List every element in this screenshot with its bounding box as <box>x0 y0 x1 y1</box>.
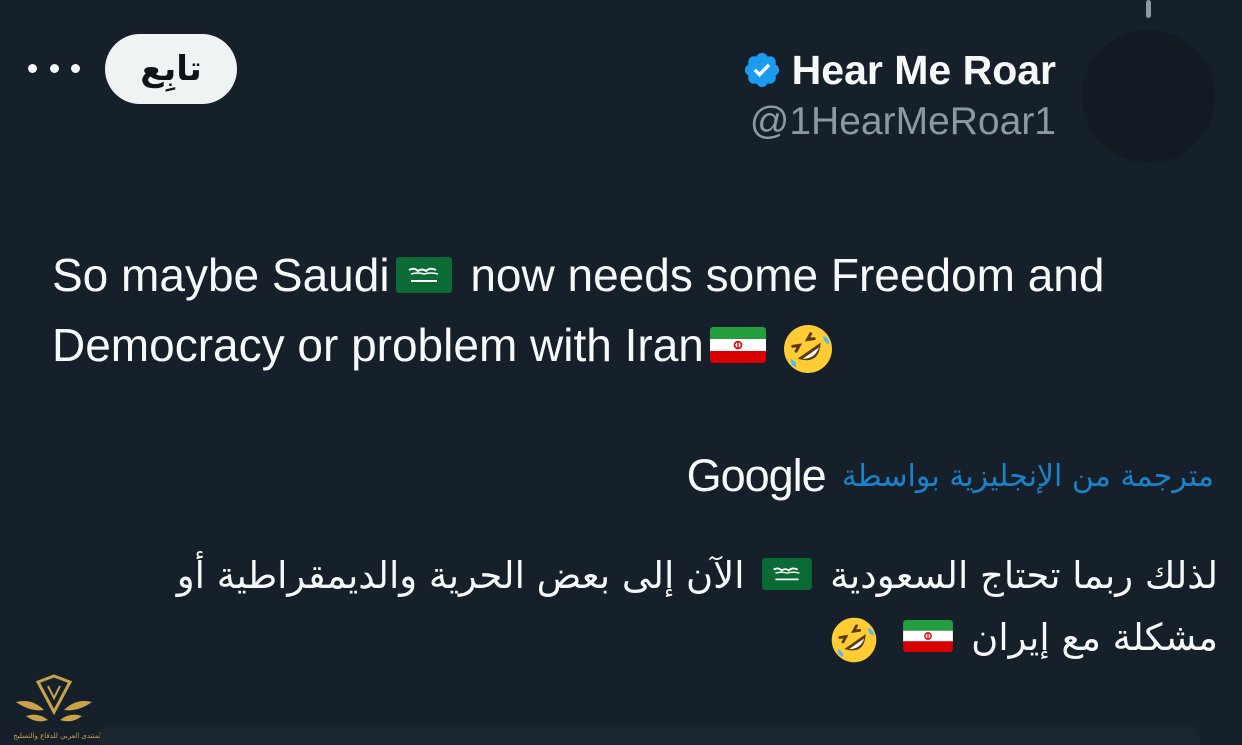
tweet-line1-start: So maybe Saudi <box>52 249 390 301</box>
tweet-line1-end: now needs some Freedom and <box>470 249 1105 301</box>
translation-attribution[interactable]: Google مترجمة من الإنجليزية بواسطة <box>687 448 1214 504</box>
translated-text-part1: لذلك ربما تحتاج السعودية <box>830 554 1218 597</box>
rofl-emoji-icon <box>831 617 876 662</box>
saudi-flag-icon <box>395 256 452 293</box>
iran-flag-icon <box>903 619 954 652</box>
more-options-icon[interactable] <box>28 50 80 86</box>
translated-by-label: مترجمة من الإنجليزية بواسطة <box>841 458 1214 494</box>
avatar[interactable] <box>1082 30 1215 163</box>
tweet-screen: Hear Me Roar @1HearMeRoar1 تابِع So mayb… <box>0 0 1242 745</box>
author-name-row[interactable]: Hear Me Roar <box>742 44 1056 96</box>
iran-flag-icon <box>709 326 766 363</box>
saudi-flag-icon <box>762 557 813 590</box>
translated-text: لذلك ربما تحتاج السعودية الآن إلى بعض ال… <box>38 545 1218 669</box>
rofl-emoji-icon <box>783 324 832 373</box>
tweet-line2: Democracy or problem with Iran <box>52 319 704 371</box>
tweet-text: So maybe Saudi now needs some Freedom an… <box>52 240 1212 380</box>
forum-watermark: المنتدى العربي للدفاع والتسليح <box>8 672 103 744</box>
scroll-indicator[interactable] <box>1146 0 1151 18</box>
google-logo: Google <box>686 450 827 501</box>
display-name[interactable]: Hear Me Roar <box>792 47 1056 94</box>
user-handle[interactable]: @1HearMeRoar1 <box>750 100 1056 144</box>
translated-text-part3: مشكلة مع إيران <box>971 616 1218 659</box>
forum-logo-icon <box>16 674 92 722</box>
next-card-edge <box>100 726 1200 745</box>
translated-text-part2: الآن إلى بعض الحرية والديمقراطية أو <box>176 554 745 597</box>
verified-badge-icon <box>744 52 779 88</box>
forum-watermark-text: المنتدى العربي للدفاع والتسليح <box>13 732 103 740</box>
follow-button[interactable]: تابِع <box>105 34 237 104</box>
